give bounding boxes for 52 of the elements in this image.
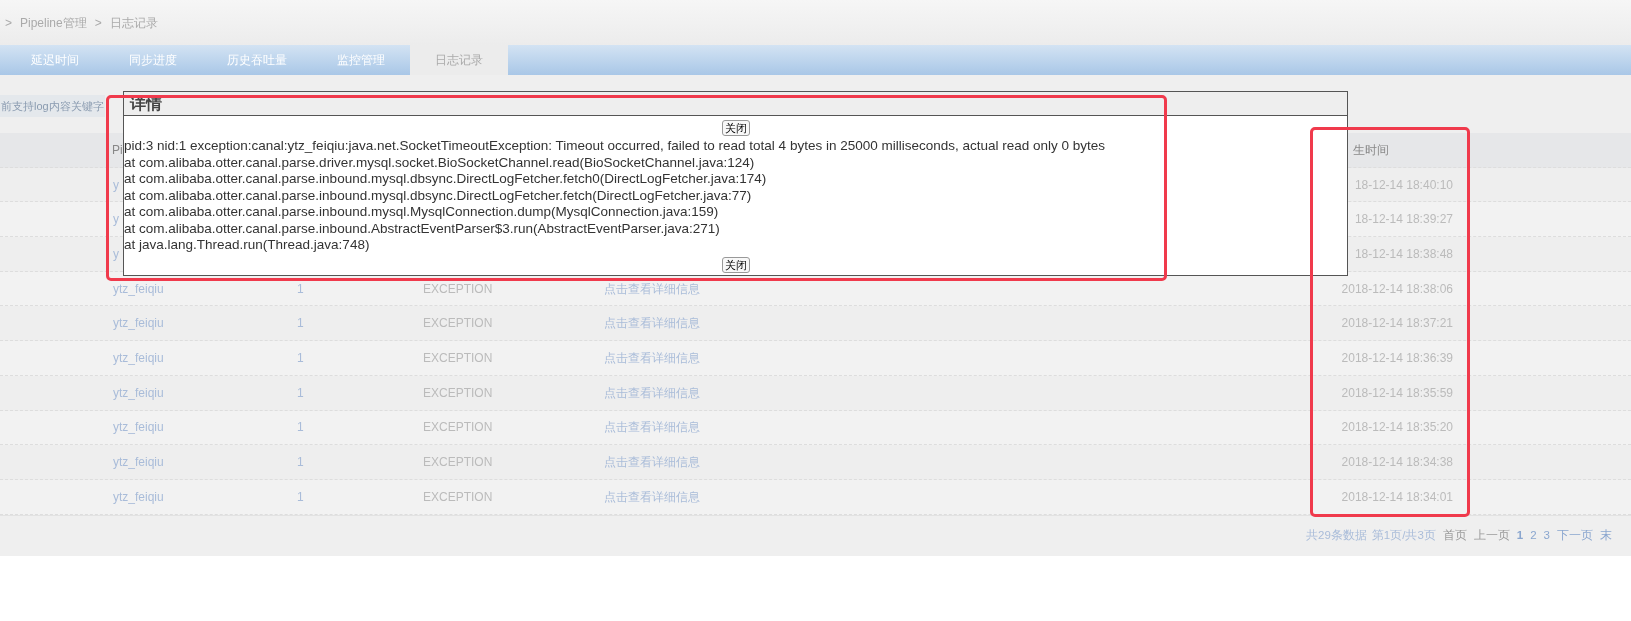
- details-link[interactable]: 点击查看详细信息: [604, 350, 700, 365]
- column-header: Pi: [112, 142, 123, 157]
- log-line: at com.alibaba.otter.canal.parse.inbound.mysql.dbsync.DirectLogFetcher.fetch(DirectLogFetcher.java:77): [124, 187, 753, 204]
- page-link[interactable]: 末: [1600, 527, 1612, 545]
- tab[interactable]: 历史吞吐量: [202, 45, 312, 75]
- pipeline-name-link[interactable]: ytz_feiqiu: [113, 316, 164, 331]
- log-line: at java.lang.Thread.run(Thread.java:748): [124, 237, 371, 254]
- pipeline-name-link[interactable]: y: [113, 177, 119, 192]
- pipeline-name-link[interactable]: y: [113, 246, 119, 261]
- tab[interactable]: 监控管理: [312, 45, 410, 75]
- table-cell: 1: [297, 281, 304, 296]
- page-link[interactable]: 3: [1543, 527, 1550, 545]
- close-button[interactable]: 关闭: [721, 256, 750, 273]
- table-cell: 1: [297, 420, 304, 435]
- tab[interactable]: 延迟时间: [6, 45, 104, 75]
- table-cell: 1: [297, 385, 304, 400]
- log-line: at com.alibaba.otter.canal.parse.inbound.mysql.dbsync.DirectLogFetcher.fetch0(DirectLogFetcher.java:174): [124, 171, 768, 188]
- column-header: 生时间: [1353, 141, 1389, 159]
- table-cell: 1: [297, 316, 304, 331]
- log-line: pid:3 nid:1 exception:canal:ytz_feiqiu:java.net.SocketTimeoutException: Timeout occurred, failed to read total 4 bytes in 25000 milliseconds, actual read only 0 bytes: [124, 138, 1107, 155]
- table-cell: 1: [297, 489, 304, 504]
- details-link[interactable]: 点击查看详细信息: [604, 385, 700, 400]
- log-line: at com.alibaba.otter.canal.parse.inbound.mysql.MysqlConnection.dump(MysqlConnection.java:159): [124, 204, 720, 221]
- pipeline-name-link[interactable]: ytz_feiqiu: [113, 281, 164, 296]
- table-cell: 1: [297, 455, 304, 470]
- details-link[interactable]: 点击查看详细信息: [604, 489, 700, 504]
- details-link[interactable]: 点击查看详细信息: [604, 420, 700, 435]
- page-link[interactable]: 下一页: [1557, 527, 1593, 545]
- pipeline-name-link[interactable]: y: [113, 212, 119, 227]
- details-link[interactable]: 点击查看详细信息: [604, 281, 700, 296]
- details-link[interactable]: 点击查看详细信息: [604, 316, 700, 331]
- breadcrumb-link[interactable]: Pipeline管理: [20, 13, 87, 32]
- pipeline-name-link[interactable]: ytz_feiqiu: [113, 350, 164, 365]
- pipeline-name-link[interactable]: ytz_feiqiu: [113, 489, 164, 504]
- log-line: at com.alibaba.otter.canal.parse.driver.mysql.socket.BioSocketChannel.read(BioSocketChannel.java:124): [124, 154, 756, 171]
- tab[interactable]: 日志记录: [410, 45, 508, 75]
- breadcrumb-separator: >: [94, 14, 102, 32]
- page-link[interactable]: 2: [1530, 527, 1537, 545]
- search-hint: 前支持log内容关键字: [0, 94, 105, 118]
- log-line: at com.alibaba.otter.canal.parse.inbound.AbstractEventParser$3.run(AbstractEventParser.java:271): [124, 220, 721, 237]
- pipeline-name-link[interactable]: ytz_feiqiu: [113, 385, 164, 400]
- details-link[interactable]: 点击查看详细信息: [604, 455, 700, 470]
- tab[interactable]: 同步进度: [104, 45, 202, 75]
- table-cell: 1: [297, 350, 304, 365]
- close-button[interactable]: 关闭: [721, 120, 750, 136]
- breadcrumb-link[interactable]: 日志记录: [109, 13, 158, 32]
- page-info: 第1页/共3页: [1371, 528, 1436, 544]
- page-link[interactable]: 1: [1516, 527, 1524, 545]
- pipeline-name-link[interactable]: ytz_feiqiu: [113, 455, 164, 470]
- record-count: 共29条数据: [1306, 528, 1367, 544]
- pipeline-name-link[interactable]: ytz_feiqiu: [113, 420, 164, 435]
- breadcrumb-separator: >: [5, 14, 12, 32]
